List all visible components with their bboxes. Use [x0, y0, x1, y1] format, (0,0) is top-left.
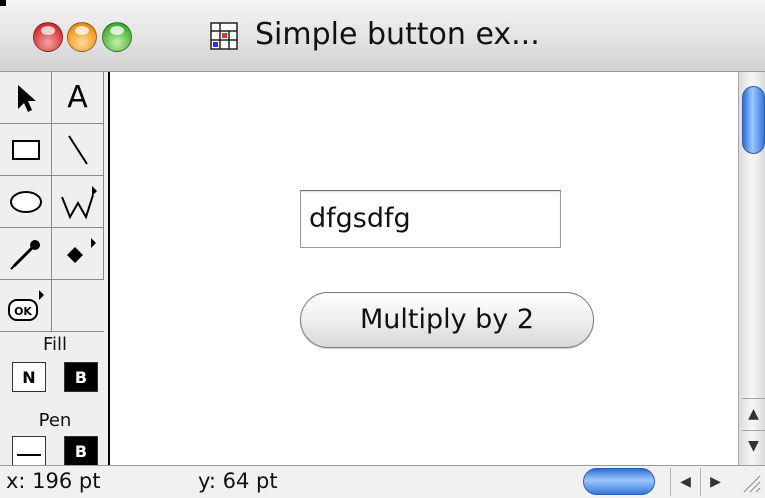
close-button[interactable]	[33, 22, 63, 52]
pen-label: Pen	[38, 410, 72, 431]
y-coordinate-readout: y: 64 pt	[198, 469, 278, 493]
scroll-up-button[interactable]: ▲	[742, 398, 765, 428]
polygon-tool-icon[interactable]	[52, 176, 104, 228]
scroll-down-button[interactable]: ▼	[742, 430, 765, 460]
document-proxy-icon[interactable]	[209, 21, 239, 51]
pen-black-swatch[interactable]: B	[64, 436, 98, 465]
minimize-button[interactable]	[67, 22, 97, 52]
arrow-right-icon: ▶	[710, 474, 721, 490]
scroll-right-button[interactable]: ▶	[700, 468, 730, 496]
button-tool-icon[interactable]: OK	[0, 280, 52, 332]
text-field[interactable]: dfgsdfg	[300, 190, 561, 248]
tool-palette: A OK Fill N B Pen B	[0, 72, 110, 465]
arrow-up-icon: ▲	[748, 405, 759, 422]
oval-tool-icon[interactable]	[0, 176, 52, 228]
point-tool-icon[interactable]	[52, 228, 104, 280]
x-coordinate-readout: x: 196 pt	[6, 469, 101, 493]
zoom-button[interactable]	[102, 22, 132, 52]
resize-grip-icon[interactable]	[738, 470, 762, 494]
vertical-scroll-thumb[interactable]	[742, 86, 765, 154]
fill-black-swatch[interactable]: B	[64, 362, 98, 392]
arrow-down-icon: ▼	[748, 437, 759, 454]
line-tool-icon[interactable]	[52, 124, 104, 176]
pen-width-swatch[interactable]	[12, 436, 46, 465]
palette-empty-cell	[52, 280, 104, 332]
horizontal-scroll-thumb[interactable]	[583, 468, 655, 495]
scroll-left-button[interactable]: ◀	[670, 468, 700, 496]
button-tool-label: OK	[14, 305, 32, 318]
fill-label: Fill	[42, 334, 68, 355]
text-tool-icon[interactable]: A	[52, 72, 104, 124]
fill-none-swatch[interactable]: N	[12, 362, 46, 392]
rectangle-tool-icon[interactable]	[0, 124, 52, 176]
window-title: Simple button ex...	[255, 17, 540, 52]
arrow-tool-icon[interactable]	[0, 72, 52, 124]
arrow-left-icon: ◀	[680, 474, 691, 490]
eyedropper-tool-icon[interactable]	[0, 228, 52, 280]
multiply-button[interactable]: Multiply by 2	[300, 292, 594, 348]
